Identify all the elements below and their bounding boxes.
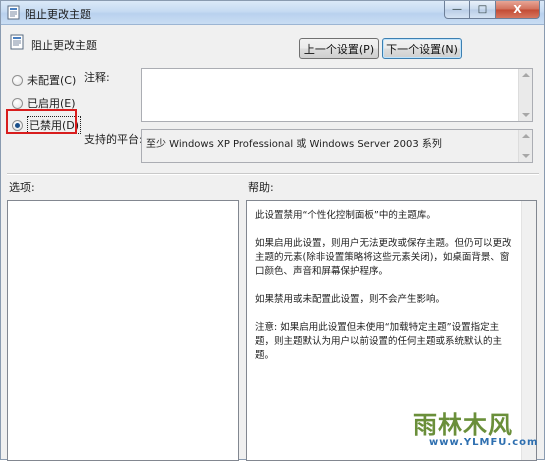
scroll-up-icon[interactable] [522, 134, 530, 138]
options-pane [7, 200, 239, 461]
comment-scrollbar[interactable] [518, 69, 532, 121]
policy-title: 阻止更改主题 [31, 39, 97, 52]
help-paragraph: 如果禁用或未配置此设置，则不会产生影响。 [255, 294, 446, 305]
minimize-icon: — [452, 4, 462, 15]
radio-label: 未配置(C) [27, 74, 77, 87]
scroll-up-icon[interactable] [522, 73, 530, 77]
help-paragraph: 注意: 如果启用此设置但未使用“加载特定主题”设置指定主题，则主题默认为用户以前… [255, 322, 503, 361]
watermark-logo: 雨林木风 www.YLMFU.com [409, 403, 543, 459]
options-label: 选项: [9, 181, 35, 194]
radio-button[interactable] [12, 97, 23, 109]
maximize-icon: □ [477, 4, 488, 15]
separator [7, 173, 539, 175]
minimize-button[interactable]: — [444, 1, 470, 19]
radio-button[interactable] [12, 74, 23, 86]
window-title: 阻止更改主题 [25, 8, 91, 21]
policy-dialog: 阻止更改主题 — □ X 阻止更改主题 上一个设置(P) 下一个设置(N) 未配… [0, 0, 545, 461]
supported-platforms-box: 至少 Windows XP Professional 或 Windows Ser… [141, 129, 533, 163]
close-icon: X [513, 3, 522, 16]
next-setting-button[interactable]: 下一个设置(N) [382, 38, 462, 59]
help-paragraph: 如果启用此设置，则用户无法更改或保存主题。但仍可以更改主题的元素(除非设置策略将… [255, 238, 512, 277]
watermark-brand: 雨林木风 [413, 410, 513, 439]
comment-label: 注释: [84, 71, 110, 84]
watermark-url: www.YLMFU.com [429, 437, 539, 448]
policy-doc-icon [7, 5, 20, 20]
maximize-button[interactable]: □ [470, 1, 496, 19]
supported-value: 至少 Windows XP Professional 或 Windows Ser… [146, 139, 442, 150]
comment-textarea[interactable] [141, 68, 533, 122]
title-bar[interactable]: 阻止更改主题 — □ X [1, 1, 544, 25]
previous-setting-button[interactable]: 上一个设置(P) [299, 38, 379, 59]
red-highlight-box [6, 109, 77, 134]
scroll-down-icon[interactable] [522, 154, 530, 158]
supported-scrollbar[interactable] [518, 130, 532, 162]
help-paragraph: 此设置禁用“个性化控制面板”中的主题库。 [255, 210, 436, 221]
supported-label: 支持的平台: [84, 133, 143, 146]
window-controls: — □ X [444, 1, 540, 20]
scroll-down-icon[interactable] [522, 113, 530, 117]
help-label: 帮助: [248, 181, 274, 194]
close-button[interactable]: X [496, 1, 540, 19]
radio-not-configured[interactable]: 未配置(C) [12, 72, 76, 88]
policy-doc-icon [10, 34, 24, 50]
